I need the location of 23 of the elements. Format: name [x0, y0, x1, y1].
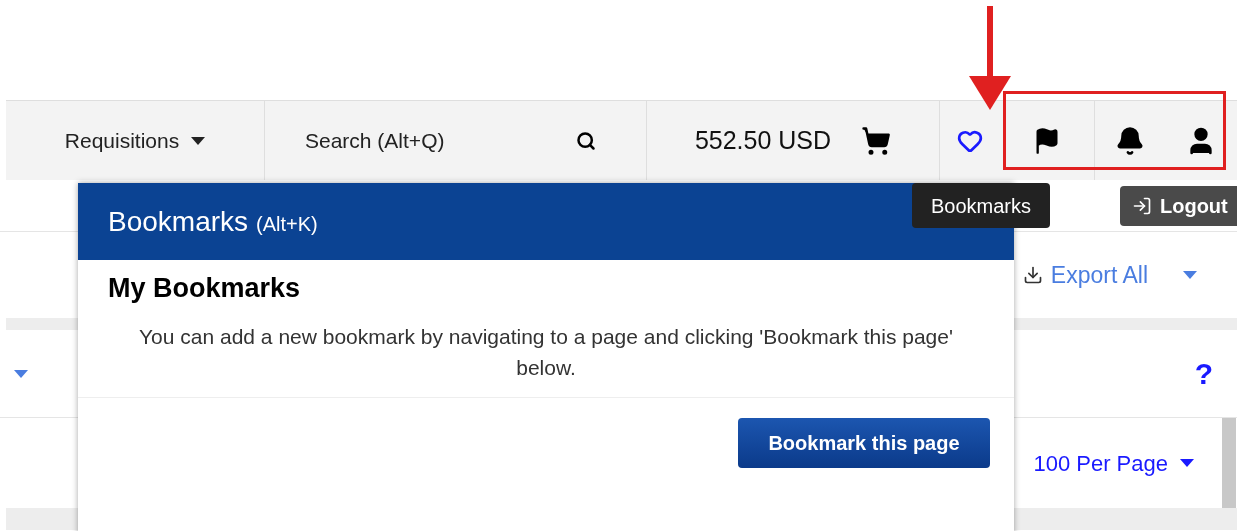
cart-total[interactable]: 552.50 USD — [694, 121, 832, 160]
popup-message: You can add a new bookmark by navigating to a page and clicking 'Bookmark this page' below. — [138, 323, 954, 381]
cart-icon[interactable] — [861, 125, 892, 156]
per-page-dropdown[interactable]: 100 Per Page — [1033, 446, 1194, 480]
popup-heading: My Bookmarks — [107, 272, 302, 305]
search-field[interactable]: Search (Alt+Q) — [305, 124, 555, 157]
bell-icon[interactable] — [1115, 125, 1145, 156]
caret-icon — [191, 136, 206, 145]
bookmark-page-button[interactable]: Bookmark this page — [738, 417, 990, 468]
export-icon — [1022, 265, 1043, 285]
requisitions-menu[interactable]: Requisitions — [6, 101, 265, 180]
tooltip: Bookmarks — [912, 183, 1050, 228]
caret-icon — [1180, 459, 1194, 467]
popup-title: Bookmarks — [108, 204, 249, 239]
help-link[interactable]: ? — [1194, 351, 1213, 396]
scrollbar[interactable] — [1222, 418, 1236, 508]
logout-button[interactable]: Logout — [1120, 185, 1237, 226]
caret-icon — [1183, 271, 1197, 279]
export-all-link[interactable]: Export All — [1022, 257, 1148, 293]
logout-icon — [1132, 195, 1152, 216]
shortcut-hint: (Alt+K) — [256, 211, 318, 237]
search-icon[interactable] — [576, 130, 596, 151]
caret-icon — [14, 369, 28, 378]
